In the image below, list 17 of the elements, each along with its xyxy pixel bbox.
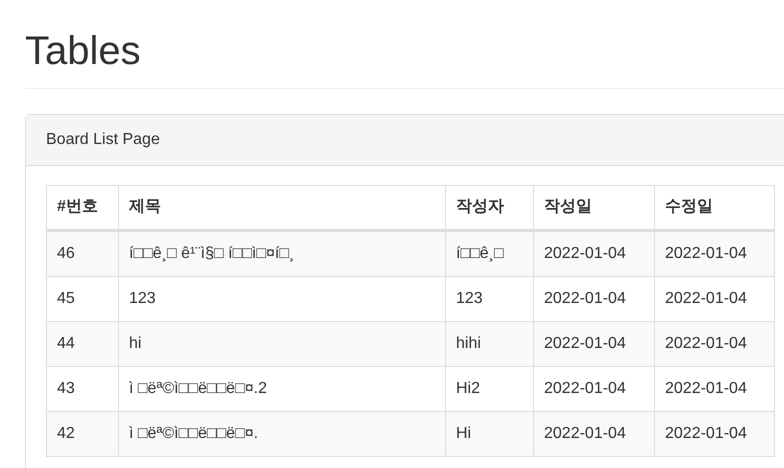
table-cell: í□□ê¸□	[446, 230, 534, 276]
table-cell: 42	[46, 412, 118, 456]
table-cell: 2022-01-04	[654, 230, 774, 276]
table-cell: 2022-01-04	[534, 412, 654, 456]
table-cell: 2022-01-04	[534, 322, 654, 366]
table-cell: 46	[46, 230, 118, 276]
panel-heading: Board List Page	[26, 115, 784, 166]
table-cell: hi	[118, 322, 446, 366]
table-cell: í□□ê¸□ ê¹¨ì§□ í□□ì□¤í□¸	[118, 230, 446, 276]
page-title: Tables	[25, 28, 142, 75]
table-cell: ì □ëª©ì□□ë□□ë□¤.	[118, 412, 446, 456]
table-cell: 2022-01-04	[534, 230, 654, 276]
table-cell: hihi	[446, 322, 534, 366]
table-cell: 2022-01-04	[654, 412, 774, 456]
table-cell: 44	[46, 322, 118, 366]
table-cell: 2022-01-04	[654, 322, 774, 366]
table-cell: Hi	[446, 412, 534, 456]
